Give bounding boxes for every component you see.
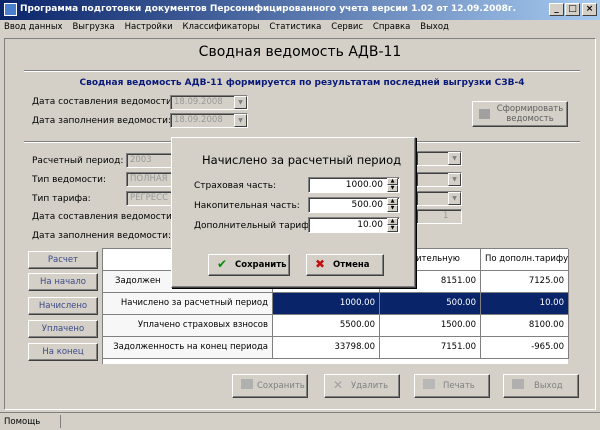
spin-up-icon[interactable]: ▲ <box>387 198 398 205</box>
menu-export[interactable]: Выгрузка <box>68 20 117 32</box>
right-spin[interactable]: 1 <box>416 209 462 224</box>
table-row-label: Начислено за расчетный период <box>103 293 273 315</box>
status-bar: Помощь <box>0 412 600 430</box>
checkmark-icon: ✔ <box>217 257 228 271</box>
dropdown-arrow-icon[interactable]: ▼ <box>448 152 461 165</box>
date-compiled-label-2: Дата составления ведомости: <box>32 212 175 222</box>
right-combo-1[interactable]: ▼ <box>416 151 462 166</box>
spin-up-icon[interactable]: ▲ <box>387 218 398 225</box>
delete-icon: ✕ <box>333 378 344 392</box>
period-label: Расчетный период: <box>32 156 124 166</box>
exit-button[interactable]: Выход <box>503 374 579 398</box>
dialog-title: Начислено за расчетный период <box>202 153 402 167</box>
table-cell-selected[interactable]: 10.00 <box>481 293 569 315</box>
date-filled-label: Дата заполнения ведомости: <box>32 116 171 126</box>
close-button[interactable]: × <box>582 3 597 16</box>
spin-down-icon[interactable]: ▼ <box>387 205 398 212</box>
spin-down-icon[interactable]: ▼ <box>387 185 398 192</box>
table-cell[interactable]: 7125.00 <box>481 271 569 293</box>
funded-part-input[interactable]: 500.00 ▲ ▼ <box>308 197 400 213</box>
table-row-label: Задолженность на конец периода <box>103 337 273 359</box>
menu-data-entry[interactable]: Ввод данных <box>0 20 66 32</box>
save-button-footer[interactable]: Сохранить <box>232 374 308 398</box>
date-filled-field[interactable]: 18.09.2008 ▼ <box>170 113 248 128</box>
menu-service[interactable]: Сервис <box>327 20 366 32</box>
spin-up-icon[interactable]: ▲ <box>387 178 398 185</box>
notice-text: Сводная ведомость АДВ-11 формируется по … <box>79 78 525 88</box>
tariff-field[interactable]: РЕГРЕСС <box>126 191 174 206</box>
menu-statistics[interactable]: Статистика <box>265 20 324 32</box>
date-compiled-field[interactable]: 18.09.2008 ▼ <box>170 95 248 110</box>
end-button[interactable]: На конец <box>28 343 98 361</box>
table-cell[interactable]: 1500.00 <box>380 315 481 337</box>
accrued-button[interactable]: Начислено <box>28 297 98 315</box>
period-field[interactable]: 2003 <box>126 153 174 168</box>
table-row-label: Уплачено страховых взносов <box>103 315 273 337</box>
type-field[interactable]: ПОЛНАЯ <box>126 172 174 187</box>
paid-button[interactable]: Уплачено <box>28 320 98 338</box>
dialog-cancel-button[interactable]: ✖ Отмена <box>306 254 384 276</box>
form-report-button[interactable]: Сформировать ведомость <box>472 101 568 127</box>
start-button[interactable]: На начало <box>28 273 98 291</box>
dropdown-arrow-icon[interactable]: ▼ <box>448 192 461 205</box>
table-header: По дополн.тарифу <box>481 249 569 271</box>
print-button[interactable]: Печать <box>414 374 490 398</box>
maximize-button[interactable]: □ <box>565 3 580 16</box>
additional-tariff-label: Дополнительный тариф: <box>194 221 312 231</box>
save-icon <box>241 379 253 389</box>
status-divider <box>60 415 61 428</box>
type-label: Тип ведомости: <box>32 175 107 185</box>
printer-icon <box>423 379 435 389</box>
table-cell[interactable]: 5500.00 <box>273 315 380 337</box>
accrual-dialog: Начислено за расчетный период Страховая … <box>171 137 416 288</box>
calc-button[interactable]: Расчет <box>28 251 98 269</box>
insurance-part-label: Страховая часть: <box>194 181 277 191</box>
menu-help[interactable]: Справка <box>369 20 413 32</box>
menu-settings[interactable]: Настройки <box>121 20 176 32</box>
dropdown-arrow-icon[interactable]: ▼ <box>234 96 247 109</box>
delete-button[interactable]: ✕ Удалить <box>324 374 400 398</box>
table-cell[interactable]: 33798.00 <box>273 337 380 359</box>
minimize-button[interactable]: _ <box>549 3 564 16</box>
printer-icon <box>479 109 490 119</box>
date-filled-label-2: Дата заполнения ведомости: <box>32 231 171 241</box>
right-combo-2[interactable]: ▼ <box>416 172 462 187</box>
title-bar: Программа подготовки документов Персониф… <box>0 0 600 20</box>
table-cell[interactable]: 8100.00 <box>481 315 569 337</box>
tariff-label: Тип тарифа: <box>32 194 91 204</box>
insurance-part-input[interactable]: 1000.00 ▲ ▼ <box>308 177 400 193</box>
menu-bar: Ввод данных Выгрузка Настройки Классифик… <box>0 20 600 36</box>
page-title: Сводная ведомость АДВ-11 <box>198 44 402 60</box>
table-cell[interactable]: -965.00 <box>481 337 569 359</box>
menu-exit[interactable]: Выход <box>416 20 452 32</box>
additional-tariff-input[interactable]: 10.00 ▲ ▼ <box>308 217 400 233</box>
exit-door-icon <box>512 379 524 389</box>
table-cell[interactable]: 7151.00 <box>380 337 481 359</box>
app-icon <box>4 3 17 16</box>
funded-part-label: Накопительная часть: <box>194 201 300 211</box>
dropdown-arrow-icon[interactable]: ▼ <box>448 173 461 186</box>
divider <box>24 70 580 72</box>
date-compiled-label: Дата составления ведомости: <box>32 97 175 107</box>
table-cell-selected[interactable]: 500.00 <box>380 293 481 315</box>
dialog-save-button[interactable]: ✔ Сохранить <box>208 254 290 276</box>
menu-classifiers[interactable]: Классификаторы <box>179 20 263 32</box>
cancel-x-icon: ✖ <box>315 257 326 271</box>
status-text: Помощь <box>4 417 41 427</box>
table-cell-selected[interactable]: 1000.00 <box>273 293 380 315</box>
spin-down-icon[interactable]: ▼ <box>387 225 398 232</box>
dropdown-arrow-icon[interactable]: ▼ <box>234 114 247 127</box>
window-title: Программа подготовки документов Персониф… <box>20 4 517 14</box>
right-combo-3[interactable]: ▼ <box>416 191 462 206</box>
